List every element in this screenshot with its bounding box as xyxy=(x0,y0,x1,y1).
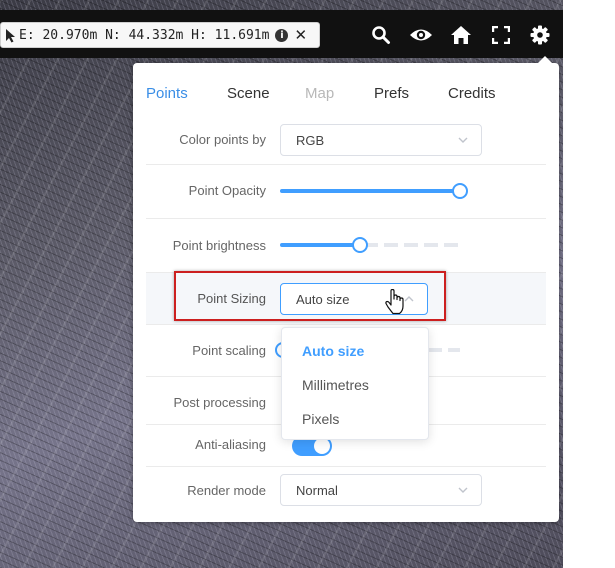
point-scaling-label: Point scaling xyxy=(192,343,266,358)
point-brightness-handle[interactable] xyxy=(352,237,368,253)
render-mode-value: Normal xyxy=(296,482,338,498)
point-opacity-label: Point Opacity xyxy=(188,183,266,198)
color-points-by-value: RGB xyxy=(296,132,325,148)
point-sizing-label: Point Sizing xyxy=(197,291,266,306)
point-brightness-rest xyxy=(364,243,460,247)
point-opacity-handle[interactable] xyxy=(452,183,468,199)
dropdown-option-auto-size[interactable]: Auto size xyxy=(302,343,364,359)
dropdown-option-pixels[interactable]: Pixels xyxy=(302,411,339,427)
tab-scene[interactable]: Scene xyxy=(227,85,270,102)
render-mode-select[interactable]: Normal xyxy=(280,474,482,506)
color-points-by-label: Color points by xyxy=(179,132,266,147)
render-mode-label: Render mode xyxy=(187,483,266,498)
chevron-up-icon xyxy=(403,293,415,308)
tab-credits[interactable]: Credits xyxy=(448,85,496,102)
tab-points[interactable]: Points xyxy=(146,85,188,102)
coordinates-readout: E: 20.970m N: 44.332m H: 11.691m i ✕ xyxy=(0,22,320,48)
settings-panel: Points Scene Map Prefs Credits Color poi… xyxy=(133,56,559,522)
settings-tabs: Points Scene Map Prefs Credits xyxy=(133,85,559,109)
close-coordinates-icon[interactable]: ✕ xyxy=(294,26,307,44)
anti-aliasing-toggle-knob xyxy=(314,438,330,454)
point-sizing-select[interactable]: Auto size xyxy=(280,283,428,315)
row-color-points-by: Color points by RGB xyxy=(146,117,546,165)
point-sizing-value: Auto size xyxy=(296,291,350,307)
fullscreen-icon[interactable] xyxy=(488,22,514,48)
color-points-by-select[interactable]: RGB xyxy=(280,124,482,156)
point-sizing-dropdown: Auto size Millimetres Pixels xyxy=(281,327,429,440)
search-icon[interactable] xyxy=(368,22,394,48)
panel-caret xyxy=(537,56,553,64)
dropdown-option-millimetres[interactable]: Millimetres xyxy=(302,377,369,393)
point-brightness-slider[interactable] xyxy=(280,237,460,253)
point-scaling-rest xyxy=(428,348,460,352)
point-brightness-label: Point brightness xyxy=(172,238,266,253)
point-opacity-track xyxy=(280,189,454,193)
home-icon[interactable] xyxy=(448,22,474,48)
chevron-down-icon xyxy=(457,134,469,149)
tab-map: Map xyxy=(305,85,335,102)
row-point-sizing: Point Sizing Auto size xyxy=(146,273,546,325)
row-point-brightness: Point brightness xyxy=(146,219,546,273)
eye-icon[interactable] xyxy=(408,22,434,48)
row-point-opacity: Point Opacity xyxy=(146,165,546,219)
row-render-mode: Render mode Normal xyxy=(146,467,546,515)
tab-prefs[interactable]: Prefs xyxy=(374,85,409,102)
gear-icon[interactable] xyxy=(527,22,553,48)
point-brightness-track xyxy=(280,243,356,247)
cursor-pointer-icon xyxy=(1,28,19,43)
info-icon[interactable]: i xyxy=(275,28,289,42)
coordinates-text: E: 20.970m N: 44.332m H: 11.691m xyxy=(19,27,270,43)
point-opacity-slider[interactable] xyxy=(280,183,468,199)
anti-aliasing-label: Anti-aliasing xyxy=(195,437,266,452)
post-processing-label: Post processing xyxy=(173,395,267,410)
chevron-down-icon xyxy=(457,484,469,499)
